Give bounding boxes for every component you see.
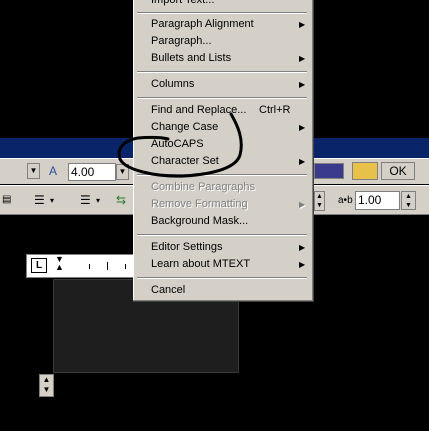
hand-drawn-circle-annotation <box>117 112 243 178</box>
annotation-overlay <box>117 112 243 178</box>
